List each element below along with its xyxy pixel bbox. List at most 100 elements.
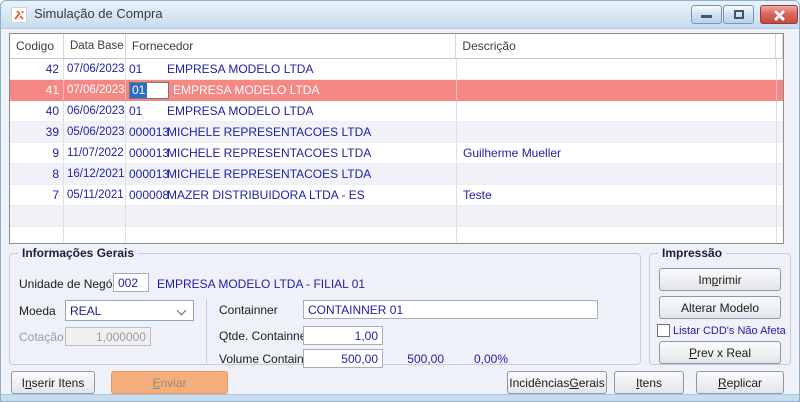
cell-descricao: Teste xyxy=(457,185,777,205)
cell-codigo: 41 xyxy=(10,80,64,100)
cell-data-base: 05/06/2023 xyxy=(64,122,126,142)
imprimir-button[interactable]: Im p rimir xyxy=(659,268,781,291)
moeda-select[interactable]: REAL xyxy=(65,300,194,321)
cell-codigo: 39 xyxy=(10,122,64,142)
fornecedor-code: 01 xyxy=(129,104,143,118)
impressao-title: Impressão xyxy=(658,246,727,260)
column-header-filler xyxy=(776,34,783,58)
cell-fornecedor: 01 EMPRESA MODELO LTDA xyxy=(126,101,457,121)
cell-data-base: 16/12/2021 xyxy=(64,164,126,184)
containner-input[interactable] xyxy=(303,300,598,319)
group-inner-divider xyxy=(206,299,207,363)
cell-descricao: Guilherme Mueller xyxy=(457,143,777,163)
table-row[interactable]: 42 07/06/2023 01 EMPRESA MODELO LTDA xyxy=(10,59,783,80)
column-header-data-base[interactable]: Data Base xyxy=(64,34,126,58)
unidade-negocio-label: Unidade de Negócio xyxy=(19,277,128,291)
cell-descricao xyxy=(457,164,777,184)
app-icon xyxy=(11,7,27,23)
inserir-itens-button[interactable]: In serir Itens xyxy=(11,371,95,394)
fornecedor-code: 000008 xyxy=(129,188,170,202)
cell-codigo: 9 xyxy=(10,143,64,163)
qtde-containner-label: Qtde. Containner xyxy=(219,329,311,343)
fornecedor-name: MICHELE REPRESENTACOES LTDA xyxy=(167,146,372,160)
containner-label: Containner xyxy=(219,303,278,317)
simulations-grid: Codigo Data Base Fornecedor Descrição 42… xyxy=(9,33,784,244)
fornecedor-name: EMPRESA MODELO LTDA xyxy=(167,104,314,118)
fornecedor-code: 01 xyxy=(129,62,143,76)
table-row-selected[interactable]: 41 07/06/2023 01 EMPRESA MODELO LTDA xyxy=(10,80,783,101)
table-row[interactable]: 8 16/12/2021 000013 MICHELE REPRESENTACOE… xyxy=(10,164,783,185)
cotacao-input xyxy=(65,327,151,346)
minimize-icon xyxy=(701,14,712,18)
incidencias-gerais-button[interactable]: Incidências Gerais xyxy=(507,371,607,394)
fornecedor-code: 000013 xyxy=(129,125,170,139)
app-icon-glyph xyxy=(14,10,24,20)
cell-data-base: 06/06/2023 xyxy=(64,101,126,121)
cell-descricao xyxy=(457,59,777,79)
window-frame-bottom xyxy=(1,394,799,401)
informacoes-gerais-title: Informações Gerais xyxy=(18,246,139,260)
itens-button[interactable]: Itens xyxy=(614,371,684,394)
table-row-empty[interactable] xyxy=(10,227,783,243)
table-row[interactable]: 40 06/06/2023 01 EMPRESA MODELO LTDA xyxy=(10,101,783,122)
unidade-negocio-input[interactable] xyxy=(113,273,149,292)
column-header-fornecedor[interactable]: Fornecedor xyxy=(126,34,457,58)
chevron-down-icon xyxy=(176,305,187,316)
fornecedor-inline-editor[interactable]: 01 xyxy=(129,81,169,99)
cell-fornecedor: 01 EMPRESA MODELO LTDA xyxy=(126,59,457,79)
moeda-selected-value: REAL xyxy=(70,303,102,318)
grid-header: Codigo Data Base Fornecedor Descrição xyxy=(10,34,783,59)
fornecedor-name: EMPRESA MODELO LTDA xyxy=(167,62,314,76)
simulacao-de-compra-window: Simulação de Compra Codigo Data Base For… xyxy=(0,0,800,402)
cell-fornecedor: 01 EMPRESA MODELO LTDA xyxy=(126,80,457,100)
volume-total-value: 500,00 xyxy=(407,352,444,366)
listar-cdds-checkbox[interactable] xyxy=(657,324,670,337)
fornecedor-name: MAZER DISTRIBUIDORA LTDA - ES xyxy=(167,188,365,202)
close-icon xyxy=(773,9,785,21)
column-header-descricao[interactable]: Descrição xyxy=(456,34,776,58)
enviar-button[interactable]: Enviar xyxy=(111,371,228,394)
qtde-containner-input[interactable] xyxy=(303,326,383,345)
cell-data-base: 05/11/2021 xyxy=(64,185,126,205)
table-row[interactable]: 9 11/07/2022 000013 MICHELE REPRESENTACOE… xyxy=(10,143,783,164)
maximize-icon xyxy=(733,10,744,19)
title-bar[interactable]: Simulação de Compra xyxy=(1,1,799,29)
cell-descricao xyxy=(457,80,777,100)
close-button[interactable] xyxy=(760,5,798,24)
cell-codigo: 8 xyxy=(10,164,64,184)
cell-fornecedor: 000013 MICHELE REPRESENTACOES LTDA xyxy=(126,164,457,184)
cell-codigo: 42 xyxy=(10,59,64,79)
column-header-codigo[interactable]: Codigo xyxy=(10,34,64,58)
volume-percent-value: 0,00% xyxy=(474,352,509,366)
cell-codigo: 40 xyxy=(10,101,64,121)
alterar-modelo-button[interactable]: Alterar Modelo xyxy=(659,296,781,319)
cell-fornecedor: 000008 MAZER DISTRIBUIDORA LTDA - ES xyxy=(126,185,457,205)
volume-containner-input[interactable] xyxy=(303,349,383,368)
fornecedor-code: 000013 xyxy=(129,146,170,160)
cell-descricao xyxy=(457,122,777,142)
table-row-empty[interactable] xyxy=(10,206,783,227)
cell-codigo: 7 xyxy=(10,185,64,205)
window-title: Simulação de Compra xyxy=(34,6,163,21)
replicar-button[interactable]: Replicar xyxy=(696,371,784,394)
cell-data-base: 11/07/2022 xyxy=(64,143,126,163)
table-row[interactable]: 7 05/11/2021 000008 MAZER DISTRIBUIDORA L… xyxy=(10,185,783,206)
cell-fornecedor: 000013 MICHELE REPRESENTACOES LTDA xyxy=(126,122,457,142)
cell-descricao xyxy=(457,101,777,121)
cell-data-base: 07/06/2023 xyxy=(64,80,126,100)
cell-fornecedor: 000013 MICHELE REPRESENTACOES LTDA xyxy=(126,143,457,163)
table-row[interactable]: 39 05/06/2023 000013 MICHELE REPRESENTACO… xyxy=(10,122,783,143)
minimize-button[interactable] xyxy=(691,5,722,24)
listar-cdds-label: Listar CDD's Não Afeta xyxy=(673,325,786,337)
cell-data-base: 07/06/2023 xyxy=(64,59,126,79)
moeda-label: Moeda xyxy=(19,304,56,318)
fornecedor-name: EMPRESA MODELO LTDA xyxy=(173,83,320,97)
fornecedor-name: MICHELE REPRESENTACOES LTDA xyxy=(167,167,372,181)
unidade-negocio-descricao: EMPRESA MODELO LTDA - FILIAL 01 xyxy=(157,277,366,291)
maximize-button[interactable] xyxy=(723,5,754,24)
cotacao-label: Cotação xyxy=(19,330,64,344)
fornecedor-name: MICHELE REPRESENTACOES LTDA xyxy=(167,125,372,139)
prev-x-real-button[interactable]: Prev x Real xyxy=(659,341,781,364)
fornecedor-code: 000013 xyxy=(129,167,170,181)
editor-selected-text: 01 xyxy=(130,82,148,98)
